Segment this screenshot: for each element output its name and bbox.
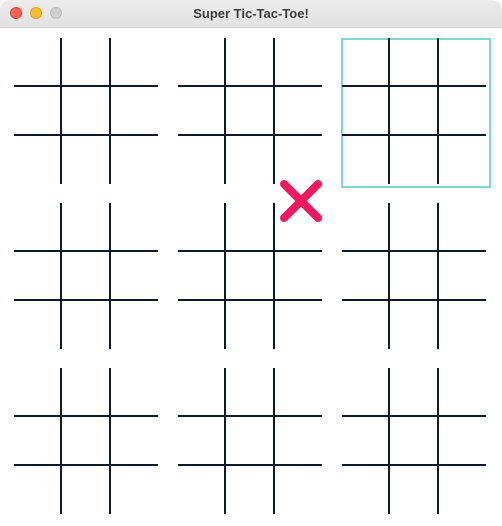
board-cell[interactable] xyxy=(275,252,323,300)
board-cell[interactable] xyxy=(226,368,274,416)
board-cell[interactable] xyxy=(226,301,274,349)
board-cell[interactable] xyxy=(390,38,438,86)
board-cell[interactable] xyxy=(390,87,438,135)
board-cell[interactable] xyxy=(111,417,159,465)
board-cell[interactable] xyxy=(226,417,274,465)
board-cell[interactable] xyxy=(439,38,487,86)
board-cell[interactable] xyxy=(226,466,274,514)
board-cell[interactable] xyxy=(111,87,159,135)
subboard-9 xyxy=(341,368,491,518)
board-cell[interactable] xyxy=(111,368,159,416)
board-cell[interactable] xyxy=(341,466,389,514)
board-cell[interactable] xyxy=(439,203,487,251)
board-cell[interactable] xyxy=(13,87,61,135)
board-cell[interactable] xyxy=(390,203,438,251)
board-cell[interactable] xyxy=(177,38,225,86)
board-cell[interactable] xyxy=(13,466,61,514)
x-mark xyxy=(280,180,322,222)
board-cell[interactable] xyxy=(177,301,225,349)
board-cell[interactable] xyxy=(62,252,110,300)
board-cell[interactable] xyxy=(13,301,61,349)
board-cell[interactable] xyxy=(13,203,61,251)
board-cell[interactable] xyxy=(13,38,61,86)
board-cell[interactable] xyxy=(13,252,61,300)
board-cell[interactable] xyxy=(341,136,389,184)
title-bar[interactable]: Super Tic-Tac-Toe! xyxy=(0,0,502,28)
board-cell[interactable] xyxy=(111,136,159,184)
board-cell[interactable] xyxy=(177,203,225,251)
board-cell[interactable] xyxy=(62,417,110,465)
board-cell[interactable] xyxy=(439,368,487,416)
board-cell[interactable] xyxy=(13,417,61,465)
board-cell[interactable] xyxy=(275,38,323,86)
subboard-3 xyxy=(341,38,491,188)
board-cell[interactable] xyxy=(390,301,438,349)
subboard-2 xyxy=(177,38,327,188)
board-cell[interactable] xyxy=(111,466,159,514)
board-cell[interactable] xyxy=(111,301,159,349)
subboard-1 xyxy=(13,38,163,188)
board-cell[interactable] xyxy=(177,252,225,300)
board-cell[interactable] xyxy=(62,87,110,135)
board-cell[interactable] xyxy=(341,203,389,251)
board-cell[interactable] xyxy=(390,466,438,514)
board-cell[interactable] xyxy=(111,38,159,86)
subboard-6 xyxy=(341,203,491,353)
board-cell[interactable] xyxy=(439,466,487,514)
board-cell[interactable] xyxy=(341,252,389,300)
board-cell[interactable] xyxy=(111,203,159,251)
board-cell[interactable] xyxy=(439,87,487,135)
board-cell[interactable] xyxy=(226,203,274,251)
board-cell[interactable] xyxy=(341,87,389,135)
board-cell[interactable] xyxy=(275,301,323,349)
window-title: Super Tic-Tac-Toe! xyxy=(193,6,309,21)
app-window: Super Tic-Tac-Toe! xyxy=(0,0,502,526)
subboard-5 xyxy=(177,203,327,353)
board-cell[interactable] xyxy=(111,252,159,300)
board-cell[interactable] xyxy=(390,252,438,300)
board-cell[interactable] xyxy=(275,87,323,135)
board-cell[interactable] xyxy=(62,136,110,184)
board-cell[interactable] xyxy=(177,417,225,465)
board-cell[interactable] xyxy=(341,368,389,416)
board-cell[interactable] xyxy=(177,368,225,416)
board-cell[interactable] xyxy=(62,203,110,251)
board-cell[interactable] xyxy=(439,252,487,300)
board-cell[interactable] xyxy=(62,38,110,86)
board-cell[interactable] xyxy=(13,136,61,184)
board-cell[interactable] xyxy=(226,136,274,184)
board-cell[interactable] xyxy=(439,417,487,465)
board-cell[interactable] xyxy=(275,417,323,465)
board-cell[interactable] xyxy=(275,136,323,184)
board-cell[interactable] xyxy=(341,38,389,86)
board-cell[interactable] xyxy=(275,466,323,514)
board-cell[interactable] xyxy=(62,368,110,416)
board-cell[interactable] xyxy=(439,136,487,184)
board-cell[interactable] xyxy=(226,87,274,135)
super-board xyxy=(0,28,502,526)
board-cell[interactable] xyxy=(177,136,225,184)
board-cell[interactable] xyxy=(390,368,438,416)
board-cell[interactable] xyxy=(226,38,274,86)
board-cell[interactable] xyxy=(62,301,110,349)
board-cell[interactable] xyxy=(13,368,61,416)
board-cell[interactable] xyxy=(226,252,274,300)
board-cell[interactable] xyxy=(177,466,225,514)
subboard-7 xyxy=(13,368,163,518)
subboard-4 xyxy=(13,203,163,353)
board-cell[interactable] xyxy=(341,301,389,349)
board-cell[interactable] xyxy=(275,368,323,416)
board-cell[interactable] xyxy=(390,136,438,184)
subboard-8 xyxy=(177,368,327,518)
board-cell[interactable] xyxy=(390,417,438,465)
board-cell[interactable] xyxy=(341,417,389,465)
board-cell[interactable] xyxy=(177,87,225,135)
board-cell[interactable] xyxy=(439,301,487,349)
board-cell[interactable] xyxy=(62,466,110,514)
